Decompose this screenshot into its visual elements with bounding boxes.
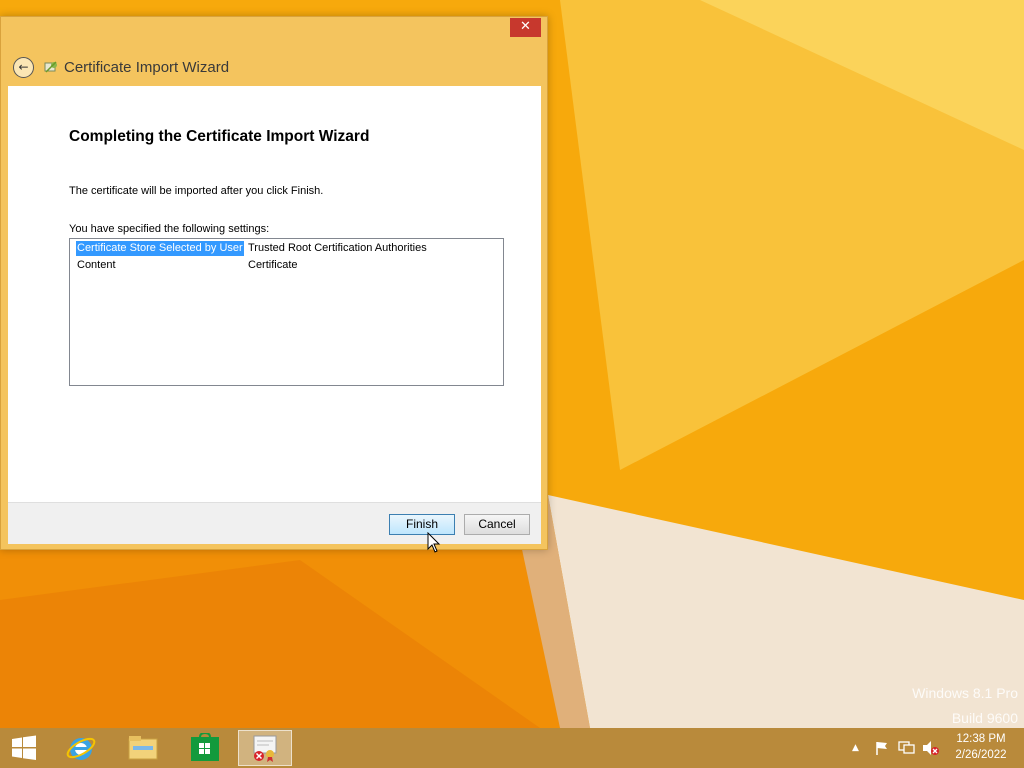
page-heading: Completing the Certificate Import Wizard: [69, 128, 370, 145]
completion-description: The certificate will be imported after y…: [69, 185, 324, 197]
finish-button[interactable]: Finish: [389, 514, 455, 535]
certificate-import-wizard-window: ✕ ← Certificate Import Wizard Completing…: [0, 16, 548, 550]
settings-list[interactable]: Certificate Store Selected by User Trust…: [69, 238, 504, 386]
clock-time: 12:38 PM: [956, 733, 1006, 745]
taskbar: ▲ 12:38 PM 2/26/2022: [0, 728, 1024, 768]
network-button[interactable]: [898, 728, 915, 768]
back-button[interactable]: ←: [13, 56, 34, 78]
internet-explorer-icon: [66, 737, 96, 760]
wizard-header: ← Certificate Import Wizard: [13, 55, 229, 79]
windows-edition-watermark: Windows 8.1 Pro: [912, 685, 1018, 701]
start-button[interactable]: [6, 730, 42, 766]
start-icon: [12, 735, 36, 760]
file-explorer-icon: [128, 736, 158, 760]
setting-key: Certificate Store Selected by User: [76, 241, 244, 256]
taskbar-clock[interactable]: 12:38 PM 2/26/2022: [948, 731, 1014, 763]
setting-key: Content: [77, 259, 116, 271]
wizard-content: Completing the Certificate Import Wizard…: [8, 86, 541, 502]
certificate-wizard-icon: [44, 61, 57, 73]
close-button[interactable]: ✕: [510, 18, 541, 37]
volume-button[interactable]: [922, 728, 940, 768]
store-icon: [191, 733, 219, 761]
cancel-button[interactable]: Cancel: [464, 514, 530, 535]
setting-value: Trusted Root Certification Authorities: [248, 242, 427, 254]
build-number-watermark: Build 9600: [951, 710, 1018, 726]
show-hidden-icons-icon: ▲: [852, 743, 859, 753]
taskbar-certificate-manager[interactable]: [238, 730, 292, 766]
setting-value: Certificate: [248, 259, 298, 271]
taskbar-file-explorer[interactable]: [124, 730, 162, 766]
action-center-button[interactable]: [874, 728, 890, 768]
action-center-flag-icon: [876, 742, 887, 755]
settings-label: You have specified the following setting…: [69, 223, 270, 235]
wizard-footer: Finish Cancel: [8, 502, 541, 544]
network-icon: [898, 741, 915, 754]
back-arrow-icon: ←: [18, 60, 29, 74]
taskbar-internet-explorer[interactable]: [62, 730, 100, 766]
show-hidden-icons-button[interactable]: ▲: [852, 728, 859, 768]
window-title: Certificate Import Wizard: [64, 58, 230, 76]
mouse-cursor-icon: [427, 532, 441, 553]
taskbar-store[interactable]: [186, 730, 224, 766]
volume-muted-icon: [923, 741, 939, 755]
clock-date: 2/26/2022: [955, 749, 1007, 761]
certificate-icon: [253, 735, 277, 762]
